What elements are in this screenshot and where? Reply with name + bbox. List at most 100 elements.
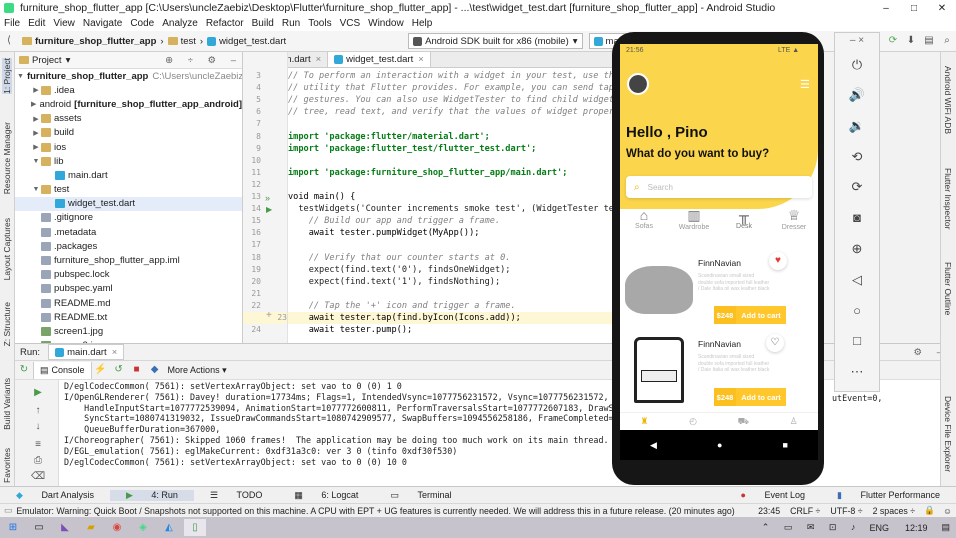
run-config-tab[interactable]: main.dart × xyxy=(48,344,125,360)
line-separator[interactable]: CRLF ÷ xyxy=(785,506,825,516)
tree-item[interactable]: screen1.jpg xyxy=(15,324,242,338)
tab-logcat[interactable]: ▦ 6: Logcat xyxy=(278,490,374,501)
add-to-cart-button[interactable]: Add to cart xyxy=(736,388,786,406)
chrome-icon[interactable]: ◉ xyxy=(106,519,128,536)
expand-arrow-icon[interactable]: ▼ xyxy=(31,186,41,193)
tree-item[interactable]: ▶ ios xyxy=(15,140,242,154)
add-to-cart-button[interactable]: Add to cart xyxy=(736,306,786,324)
tab-dart-analysis[interactable]: ◆ Dart Analysis xyxy=(0,490,110,501)
tab-flutter-performance[interactable]: ▮ Flutter Performance xyxy=(821,490,956,501)
hot-restart-icon[interactable]: ↺ xyxy=(112,363,126,377)
notifications-icon[interactable]: ▤ xyxy=(935,522,956,533)
rotate-right-icon[interactable]: ⟳ xyxy=(835,179,879,195)
android-studio-taskbar-icon[interactable]: ◈ xyxy=(132,519,154,536)
tool-tab-device-file-explorer[interactable]: Device File Explorer xyxy=(943,396,953,472)
tool-tab-layout-captures[interactable]: Layout Captures xyxy=(2,218,12,280)
tool-tab-flutter-outline[interactable]: Flutter Outline xyxy=(943,262,953,315)
emulator-icon[interactable]: ▯ xyxy=(184,519,206,536)
file-explorer-icon[interactable]: ▰ xyxy=(80,519,102,536)
android-back-icon[interactable]: ◀ xyxy=(650,440,657,451)
category-dresser[interactable]: ♕ Dresser xyxy=(774,207,814,243)
project-view-selector[interactable]: Project xyxy=(32,55,62,66)
android-home-icon[interactable]: ● xyxy=(717,440,722,450)
rotate-left-icon[interactable]: ⟲ xyxy=(835,149,879,165)
menu-navigate[interactable]: Navigate xyxy=(79,18,126,29)
home-icon[interactable]: ♜ xyxy=(640,416,648,427)
tool-tab-android-wifi-adb[interactable]: Android WiFi ADB xyxy=(943,66,953,134)
tree-item[interactable]: ▶ android [furniture_shop_flutter_app_andr… xyxy=(15,97,242,111)
maximize-button[interactable]: □ xyxy=(900,3,928,14)
inspector-icon[interactable]: ☺ xyxy=(939,506,956,516)
tool-tab-structure[interactable]: Z: Structure xyxy=(2,302,12,346)
close-tab-icon[interactable]: × xyxy=(316,54,322,65)
minimize-button[interactable]: – xyxy=(872,3,900,14)
menu-refactor[interactable]: Refactor xyxy=(202,18,248,29)
breadcrumb-project[interactable]: furniture_shop_flutter_app xyxy=(18,36,160,47)
category-desk[interactable]: ╥ Desk xyxy=(724,207,764,243)
phone-screen[interactable]: 21:56 LTE ▲ ☰ Hello , Pino What do you w… xyxy=(620,44,818,430)
chevron-down-icon[interactable]: ▾ xyxy=(66,55,71,66)
menu-tools[interactable]: Tools xyxy=(304,18,335,29)
run-test-icon[interactable]: » xyxy=(265,193,270,203)
tool-tab-favorites[interactable]: Favorites xyxy=(2,448,12,483)
keyboard-language[interactable]: ENG xyxy=(861,523,897,533)
hamburger-menu-icon[interactable]: ☰ xyxy=(800,78,810,91)
menu-edit[interactable]: Edit xyxy=(24,18,49,29)
tree-root[interactable]: ▼ furniture_shop_flutter_app C:\Users\un… xyxy=(15,69,242,83)
tree-item[interactable]: ▶ assets xyxy=(15,112,242,126)
category-sofas[interactable]: ⌂ Sofas xyxy=(624,207,664,243)
tree-item[interactable]: widget_test.dart xyxy=(15,196,242,211)
tab-terminal[interactable]: ▭ Terminal xyxy=(374,490,467,501)
profile-icon[interactable]: ♙ xyxy=(790,416,798,427)
tool-tab-project[interactable]: 1: Project xyxy=(2,58,12,94)
sdk-manager-icon[interactable]: ⬇ xyxy=(904,34,918,48)
product-card[interactable]: FinnNavian ♥ Scandinavian small sized do… xyxy=(620,252,818,330)
search-everywhere-icon[interactable]: ⌕ xyxy=(940,34,954,48)
tree-item[interactable]: .packages xyxy=(15,239,242,253)
status-message[interactable]: Emulator: Warning: Quick Boot / Snapshot… xyxy=(16,506,734,516)
panel-actions[interactable]: ⊕ ÷ ⚙ – xyxy=(165,55,242,66)
tree-item[interactable]: ▶ .idea xyxy=(15,83,242,97)
expand-arrow-icon[interactable]: ▶ xyxy=(31,115,41,123)
avd-manager-icon[interactable]: ▤ xyxy=(922,34,936,48)
tab-event-log[interactable]: ● Event Log xyxy=(725,490,821,500)
hot-reload-icon[interactable]: ⚡ xyxy=(94,363,108,377)
indent-setting[interactable]: 2 spaces ÷ xyxy=(868,506,920,516)
device-selector[interactable]: Android SDK built for x86 (mobile) ▾ xyxy=(408,33,583,49)
flutter-devtools-icon[interactable]: ◆ xyxy=(148,363,162,377)
stop-icon[interactable]: ■ xyxy=(130,363,144,377)
close-tab-icon[interactable]: × xyxy=(418,54,424,65)
category-wardrobe[interactable]: ▥ Wardrobe xyxy=(674,207,714,243)
tree-item[interactable]: .gitignore xyxy=(15,211,242,225)
expand-arrow-icon[interactable]: ▼ xyxy=(17,73,24,80)
print-icon[interactable]: ⎙ xyxy=(31,454,45,468)
soft-wrap-icon[interactable]: ≡ xyxy=(31,438,45,452)
tree-item[interactable]: ▶ build xyxy=(15,126,242,140)
menu-vcs[interactable]: VCS xyxy=(336,18,365,29)
expand-arrow-icon[interactable]: ▶ xyxy=(31,86,41,94)
tree-item[interactable]: pubspec.lock xyxy=(15,268,242,282)
heart-filled-icon[interactable]: ♥ xyxy=(769,252,787,270)
menu-analyze[interactable]: Analyze xyxy=(158,18,202,29)
avatar[interactable] xyxy=(627,73,649,95)
tool-tab-resource-manager[interactable]: Resource Manager xyxy=(2,122,12,194)
start-icon[interactable]: ⊞ xyxy=(2,519,24,536)
tab-widget-test-dart[interactable]: widget_test.dart × xyxy=(328,52,431,67)
power-icon[interactable]: ⏻ xyxy=(835,57,879,73)
tree-item[interactable]: README.txt xyxy=(15,310,242,324)
sync-icon[interactable]: ⟳ xyxy=(886,34,900,48)
clear-console-icon[interactable]: ⌫ xyxy=(31,470,45,484)
expand-arrow-icon[interactable]: ▶ xyxy=(31,129,41,137)
menu-file[interactable]: File xyxy=(0,18,24,29)
menu-window[interactable]: Window xyxy=(364,18,408,29)
vscode-icon[interactable]: ◭ xyxy=(158,519,180,536)
menu-run[interactable]: Run xyxy=(278,18,304,29)
zoom-icon[interactable]: ⊕ xyxy=(835,241,879,257)
back-arrow-icon[interactable]: ⟨ xyxy=(2,34,16,48)
run-test-icon[interactable]: ▶ xyxy=(266,205,272,214)
tree-item[interactable]: README.md xyxy=(15,296,242,310)
add-icon[interactable]: + xyxy=(266,310,272,321)
menu-build[interactable]: Build xyxy=(248,18,278,29)
menu-code[interactable]: Code xyxy=(126,18,158,29)
tree-item[interactable]: main.dart xyxy=(15,168,242,182)
